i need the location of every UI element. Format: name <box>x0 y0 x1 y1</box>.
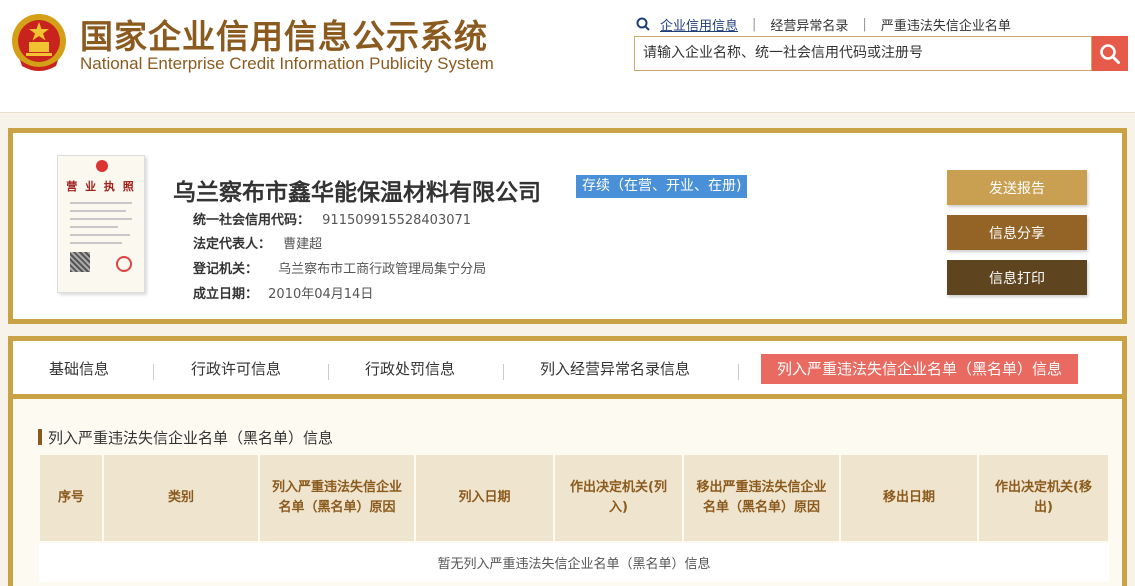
tab-blacklist[interactable]: 列入严重违法失信企业名单（黑名单）信息 <box>761 354 1079 384</box>
license-emblem-icon <box>96 160 108 172</box>
seal-icon <box>116 256 132 272</box>
info-label: 统一社会信用代码： <box>193 213 311 228</box>
tab-basic-info[interactable]: 基础信息 <box>49 354 109 384</box>
column-header: 类别 <box>102 453 260 543</box>
column-header: 序号 <box>38 453 104 543</box>
business-license-image: 营 业 执 照 <box>57 155 145 293</box>
column-header: 作出决定机关(列入) <box>553 453 684 543</box>
national-emblem-icon <box>12 14 66 71</box>
tab-bar: 基础信息 行政许可信息 行政处罚信息 列入经营异常名录信息 列入严重违法失信企业… <box>13 341 1122 399</box>
link-divider: | <box>752 16 757 32</box>
credit-code-value: 911509915528403071 <box>322 213 472 228</box>
info-row-authority: 登记机关： 乌兰察布市工商行政管理局集宁分局 <box>193 258 486 277</box>
print-button[interactable]: 信息打印 <box>947 260 1087 295</box>
info-panel: 基础信息 行政许可信息 行政处罚信息 列入经营异常名录信息 列入严重违法失信企业… <box>8 336 1127 586</box>
send-report-button[interactable]: 发送报告 <box>947 170 1087 205</box>
tab-divider <box>328 364 329 380</box>
info-row-credit-code: 统一社会信用代码： 911509915528403071 <box>193 209 471 228</box>
company-name: 乌兰察布市鑫华能保温材料有限公司 <box>173 180 541 206</box>
search-input[interactable]: 请输入企业名称、统一社会信用代码或注册号 <box>634 36 1092 71</box>
section-title: 列入严重违法失信企业名单（黑名单）信息 <box>38 427 333 448</box>
info-label: 法定代表人： <box>193 237 272 252</box>
qr-code-icon <box>70 252 90 272</box>
link-abnormal-list[interactable]: 经营异常名录 <box>770 15 848 34</box>
section-marker <box>38 429 42 445</box>
share-button[interactable]: 信息分享 <box>947 215 1087 250</box>
tab-divider <box>738 364 739 380</box>
search-icon <box>636 17 650 31</box>
site-title-cn: 国家企业信用信息公示系统 <box>80 17 488 56</box>
search-button[interactable] <box>1092 36 1128 71</box>
table-header-row: 序号 类别 列入严重违法失信企业名单（黑名单）原因 列入日期 作出决定机关(列入… <box>38 453 1110 543</box>
tab-divider <box>503 364 504 380</box>
column-header: 列入严重违法失信企业名单（黑名单）原因 <box>258 453 416 543</box>
status-badge: 存续（在营、开业、在册) <box>576 175 748 198</box>
legal-rep-value: 曹建超 <box>283 237 323 252</box>
license-title: 营 业 执 照 <box>66 180 136 193</box>
info-label: 登记机关： <box>193 262 259 277</box>
link-enterprise-credit[interactable]: 企业信用信息 <box>660 15 738 34</box>
tab-admin-penalty[interactable]: 行政处罚信息 <box>365 354 455 384</box>
column-header: 列入日期 <box>414 453 555 543</box>
column-header: 作出决定机关(移出) <box>977 453 1110 543</box>
company-card: 营 业 执 照 乌兰察布市鑫华能保温材料有限公司 存续（在营、开业、在册) 统一… <box>8 128 1127 324</box>
top-links: 企业信用信息 | 经营异常名录 | 严重违法失信企业名单 <box>636 14 1011 34</box>
tab-admin-license[interactable]: 行政许可信息 <box>191 354 281 384</box>
table-row: 暂无列入严重违法失信企业名单（黑名单）信息 <box>39 542 1109 582</box>
site-title-en: National Enterprise Credit Information P… <box>80 54 494 73</box>
established-value: 2010年04月14日 <box>268 287 374 302</box>
authority-value: 乌兰察布市工商行政管理局集宁分局 <box>278 262 487 277</box>
search-icon <box>1100 43 1120 64</box>
link-blacklist[interactable]: 严重违法失信企业名单 <box>881 15 1011 34</box>
column-header: 移出日期 <box>839 453 979 543</box>
empty-message: 暂无列入严重违法失信企业名单（黑名单）信息 <box>39 542 1109 582</box>
info-label: 成立日期： <box>193 287 259 302</box>
info-row-established: 成立日期： 2010年04月14日 <box>193 283 373 302</box>
section-title-text: 列入严重违法失信企业名单（黑名单）信息 <box>48 429 334 447</box>
tab-abnormal-list[interactable]: 列入经营异常名录信息 <box>540 354 690 384</box>
tab-divider <box>153 364 154 380</box>
blacklist-table: 序号 类别 列入严重违法失信企业名单（黑名单）原因 列入日期 作出决定机关(列入… <box>38 453 1110 582</box>
link-divider: | <box>862 16 867 32</box>
column-header: 移出严重违法失信企业名单（黑名单）原因 <box>682 453 841 543</box>
site-header: 国家企业信用信息公示系统 National Enterprise Credit … <box>0 0 1135 113</box>
info-row-legal-rep: 法定代表人： 曹建超 <box>193 233 322 252</box>
